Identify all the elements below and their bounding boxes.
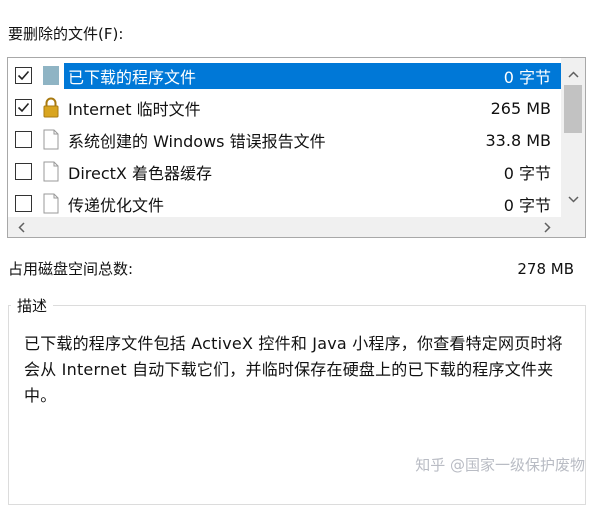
scroll-up-button[interactable] <box>561 63 585 85</box>
file-row-internet-temp[interactable]: Internet 临时文件 265 MB <box>8 92 561 124</box>
file-name: 传递优化文件 <box>68 196 165 215</box>
lock-icon <box>42 96 60 119</box>
file-row-error-reports[interactable]: 系统创建的 Windows 错误报告文件 33.8 MB <box>8 124 561 156</box>
horizontal-scrollbar[interactable] <box>8 217 561 237</box>
file-size: 0 字节 <box>503 196 551 215</box>
scroll-right-button[interactable] <box>537 217 557 237</box>
files-to-delete-label: 要删除的文件(F): <box>8 25 124 43</box>
folder-icon <box>42 64 60 87</box>
chevron-down-icon <box>567 195 579 203</box>
file-size: 265 MB <box>490 98 551 118</box>
file-icon <box>42 160 60 183</box>
total-space-value: 278 MB <box>517 260 574 278</box>
vertical-scrollbar[interactable] <box>561 58 585 217</box>
total-space-label: 占用磁盘空间总数: <box>8 260 134 278</box>
chevron-right-icon <box>543 221 551 233</box>
checkbox-directx-cache[interactable] <box>15 163 32 180</box>
chevron-left-icon <box>17 221 25 233</box>
files-listbox[interactable]: 已下载的程序文件 0 字节 Internet 临时文件 265 MB 系统创建的… <box>7 57 586 238</box>
scroll-thumb[interactable] <box>564 85 582 133</box>
checkmark-icon <box>17 102 30 113</box>
scroll-down-button[interactable] <box>561 188 585 210</box>
watermark: 知乎 @国家一级保护废物 <box>415 456 585 474</box>
file-size: 0 字节 <box>503 68 551 87</box>
description-title: 描述 <box>11 296 54 316</box>
file-row-downloaded-programs[interactable]: 已下载的程序文件 0 字节 <box>8 60 561 92</box>
file-icon <box>42 192 60 215</box>
file-name: 系统创建的 Windows 错误报告文件 <box>68 132 326 151</box>
file-size: 33.8 MB <box>485 130 552 150</box>
files-list: 已下载的程序文件 0 字节 Internet 临时文件 265 MB 系统创建的… <box>8 60 561 220</box>
checkbox-downloaded-programs[interactable] <box>15 67 32 84</box>
file-name: 已下载的程序文件 <box>68 68 197 87</box>
scrollbar-corner <box>561 217 585 237</box>
file-row-directx-cache[interactable]: DirectX 着色器缓存 0 字节 <box>8 156 561 188</box>
file-size: 0 字节 <box>503 164 551 183</box>
file-name: Internet 临时文件 <box>68 100 201 119</box>
description-text: 已下载的程序文件包括 ActiveX 控件和 Java 小程序，你查看特定网页时… <box>24 334 563 405</box>
chevron-up-icon <box>567 70 579 78</box>
checkbox-error-reports[interactable] <box>15 131 32 148</box>
file-icon <box>42 128 60 151</box>
file-name: DirectX 着色器缓存 <box>68 164 212 183</box>
checkmark-icon <box>17 70 30 81</box>
checkbox-delivery-optimization[interactable] <box>15 195 32 212</box>
checkbox-internet-temp[interactable] <box>15 99 32 116</box>
scroll-left-button[interactable] <box>11 217 31 237</box>
file-row-delivery-optimization[interactable]: 传递优化文件 0 字节 <box>8 188 561 220</box>
